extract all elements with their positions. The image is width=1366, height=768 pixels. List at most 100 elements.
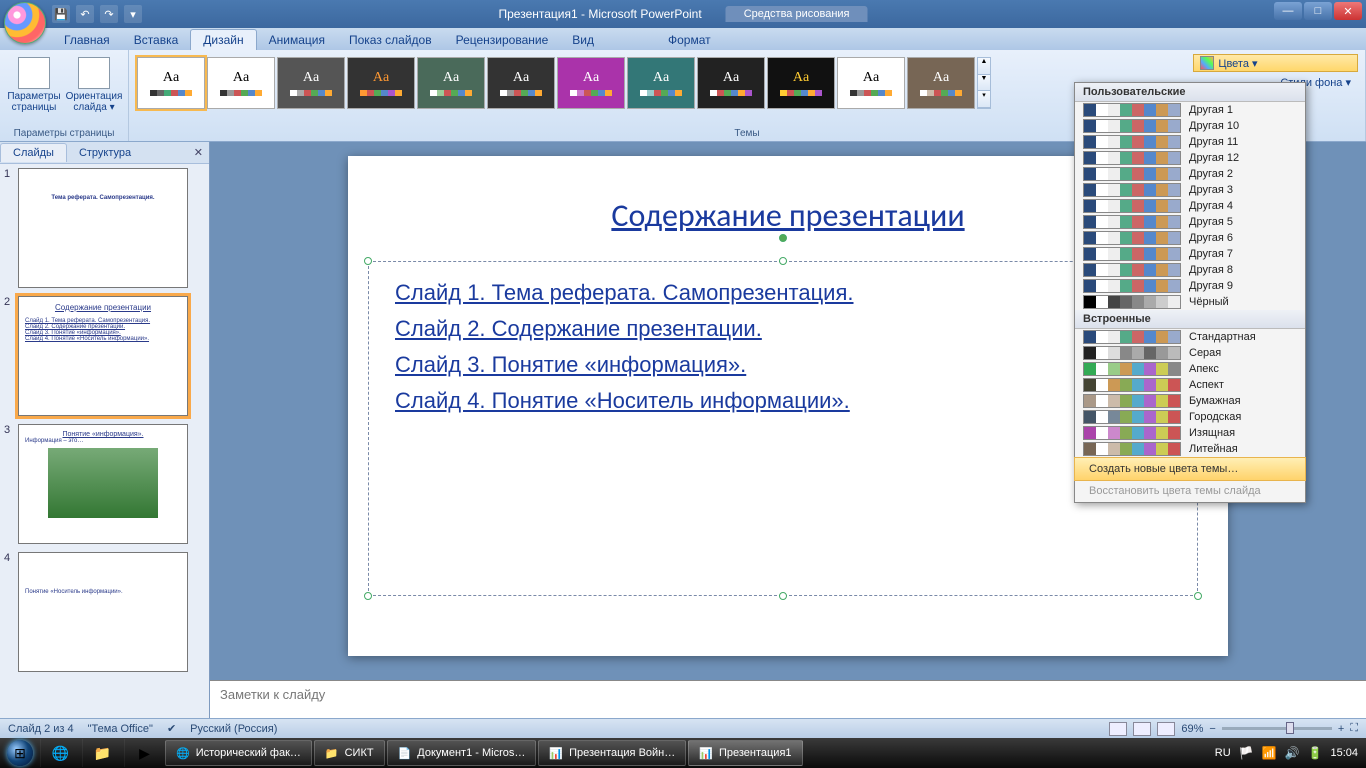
color-scheme-item[interactable]: Другая 4 — [1075, 198, 1305, 214]
color-scheme-item[interactable]: Другая 3 — [1075, 182, 1305, 198]
minimize-button[interactable]: — — [1274, 2, 1302, 20]
color-scheme-item[interactable]: Литейная — [1075, 441, 1305, 457]
spellcheck-icon[interactable]: ✔ — [167, 722, 176, 735]
resize-handle[interactable] — [1194, 592, 1202, 600]
thumbnail[interactable]: Понятие «Носитель информации». — [18, 552, 188, 672]
colors-button[interactable]: Цвета ▾ — [1193, 54, 1358, 72]
theme-item[interactable]: Aa — [627, 57, 695, 109]
view-normal-button[interactable] — [1109, 722, 1127, 736]
tray-flag-icon[interactable]: 🏳️ — [1239, 746, 1254, 760]
fit-button[interactable]: ⛶ — [1350, 722, 1358, 735]
list-item[interactable]: Слайд 1. Тема реферата. Самопрезентация. — [395, 280, 1171, 306]
color-scheme-item[interactable]: Апекс — [1075, 361, 1305, 377]
list-item[interactable]: Слайд 2. Содержание презентации. — [395, 316, 1171, 342]
undo-icon[interactable]: ↶ — [76, 5, 94, 23]
redo-icon[interactable]: ↷ — [100, 5, 118, 23]
zoom-out-button[interactable]: − — [1209, 723, 1215, 735]
taskbar-item[interactable]: 🌐Исторический фак… — [165, 740, 312, 766]
panel-close-icon[interactable]: ✕ — [194, 146, 203, 159]
tab-design[interactable]: Дизайн — [190, 29, 256, 50]
tab-slideshow[interactable]: Показ слайдов — [337, 30, 444, 50]
tab-home[interactable]: Главная — [52, 30, 122, 50]
theme-item[interactable]: Aa — [837, 57, 905, 109]
notes-pane[interactable]: Заметки к слайду — [210, 680, 1366, 718]
maximize-button[interactable]: □ — [1304, 2, 1332, 20]
zoom-thumb[interactable] — [1286, 722, 1294, 734]
list-item[interactable]: Слайд 4. Понятие «Носитель информации». — [395, 388, 1171, 414]
color-scheme-item[interactable]: Аспект — [1075, 377, 1305, 393]
orientation-button[interactable]: Ориентация слайда ▾ — [66, 53, 122, 113]
tab-format[interactable]: Формат — [656, 30, 723, 50]
color-scheme-item[interactable]: Другая 9 — [1075, 278, 1305, 294]
tab-animation[interactable]: Анимация — [257, 30, 337, 50]
zoom-in-button[interactable]: + — [1338, 723, 1344, 735]
theme-item[interactable]: Aa — [417, 57, 485, 109]
theme-item[interactable]: Aa — [207, 57, 275, 109]
start-button[interactable]: ⊞ — [0, 738, 40, 768]
page-params-button[interactable]: Параметры страницы — [6, 53, 62, 113]
theme-item[interactable]: Aa — [347, 57, 415, 109]
color-scheme-item[interactable]: Городская — [1075, 409, 1305, 425]
color-scheme-item[interactable]: Другая 5 — [1075, 214, 1305, 230]
theme-item[interactable]: Aa — [907, 57, 975, 109]
tray-network-icon[interactable]: 📶 — [1262, 746, 1277, 760]
theme-item[interactable]: Aa — [767, 57, 835, 109]
color-scheme-item[interactable]: Бумажная — [1075, 393, 1305, 409]
document-title: Презентация1 - Microsoft PowerPoint — [498, 7, 701, 21]
create-theme-colors-button[interactable]: Создать новые цвета темы… — [1074, 457, 1306, 481]
tray-power-icon[interactable]: 🔋 — [1308, 746, 1323, 760]
color-scheme-item[interactable]: Другая 6 — [1075, 230, 1305, 246]
color-scheme-item[interactable]: Другая 12 — [1075, 150, 1305, 166]
theme-item[interactable]: Aa — [487, 57, 555, 109]
status-slide-count: Слайд 2 из 4 — [8, 723, 74, 735]
tab-insert[interactable]: Вставка — [122, 30, 191, 50]
zoom-slider[interactable] — [1222, 727, 1332, 730]
thumbnail[interactable]: Содержание презентации Слайд 1. Тема реф… — [18, 296, 188, 416]
rotate-handle[interactable] — [779, 234, 787, 242]
color-scheme-item[interactable]: Чёрный — [1075, 294, 1305, 310]
resize-handle[interactable] — [364, 257, 372, 265]
theme-gallery-more[interactable]: ▲▼▾ — [977, 57, 991, 109]
color-scheme-item[interactable]: Другая 2 — [1075, 166, 1305, 182]
office-button[interactable] — [4, 2, 46, 44]
color-scheme-item[interactable]: Другая 11 — [1075, 134, 1305, 150]
taskbar-item[interactable]: 📁СИКТ — [314, 740, 385, 766]
close-button[interactable]: ✕ — [1334, 2, 1362, 20]
resize-handle[interactable] — [779, 257, 787, 265]
save-icon[interactable]: 💾 — [52, 5, 70, 23]
taskbar-item[interactable]: 📊Презентация Войн… — [538, 740, 686, 766]
tray-lang[interactable]: RU — [1215, 747, 1231, 759]
pinned-media-icon[interactable]: ▶ — [124, 739, 164, 767]
tray-volume-icon[interactable]: 🔊 — [1285, 746, 1300, 760]
tray-clock[interactable]: 15:04 — [1330, 747, 1358, 759]
qat-more-icon[interactable]: ▾ — [124, 5, 142, 23]
color-scheme-item[interactable]: Другая 1 — [1075, 102, 1305, 118]
thumbnail[interactable]: Тема реферата. Самопрезентация. — [18, 168, 188, 288]
thumbnail[interactable]: Понятие «информация». Информация – это… — [18, 424, 188, 544]
taskbar-item[interactable]: 📊Презентация1 — [688, 740, 802, 766]
view-sorter-button[interactable] — [1133, 722, 1151, 736]
color-scheme-item[interactable]: Стандартная — [1075, 329, 1305, 345]
theme-item[interactable]: Aa — [697, 57, 765, 109]
view-show-button[interactable] — [1157, 722, 1175, 736]
tab-review[interactable]: Рецензирование — [444, 30, 561, 50]
color-scheme-item[interactable]: Серая — [1075, 345, 1305, 361]
text-list[interactable]: Слайд 1. Тема реферата. Самопрезентация.… — [369, 262, 1197, 442]
taskbar-item[interactable]: 📄Документ1 - Micros… — [387, 740, 537, 766]
panel-tab-structure[interactable]: Структура — [67, 144, 143, 162]
tab-view[interactable]: Вид — [560, 30, 606, 50]
list-item[interactable]: Слайд 3. Понятие «информация». — [395, 352, 1171, 378]
pinned-ie-icon[interactable]: 🌐 — [40, 739, 80, 767]
resize-handle[interactable] — [364, 592, 372, 600]
theme-item[interactable]: Aa — [137, 57, 205, 109]
status-language[interactable]: Русский (Россия) — [190, 723, 277, 735]
theme-item[interactable]: Aa — [277, 57, 345, 109]
color-scheme-item[interactable]: Другая 7 — [1075, 246, 1305, 262]
theme-item[interactable]: Aa — [557, 57, 625, 109]
color-scheme-item[interactable]: Другая 10 — [1075, 118, 1305, 134]
pinned-explorer-icon[interactable]: 📁 — [82, 739, 122, 767]
color-scheme-item[interactable]: Изящная — [1075, 425, 1305, 441]
panel-tab-slides[interactable]: Слайды — [0, 143, 67, 162]
resize-handle[interactable] — [779, 592, 787, 600]
color-scheme-item[interactable]: Другая 8 — [1075, 262, 1305, 278]
